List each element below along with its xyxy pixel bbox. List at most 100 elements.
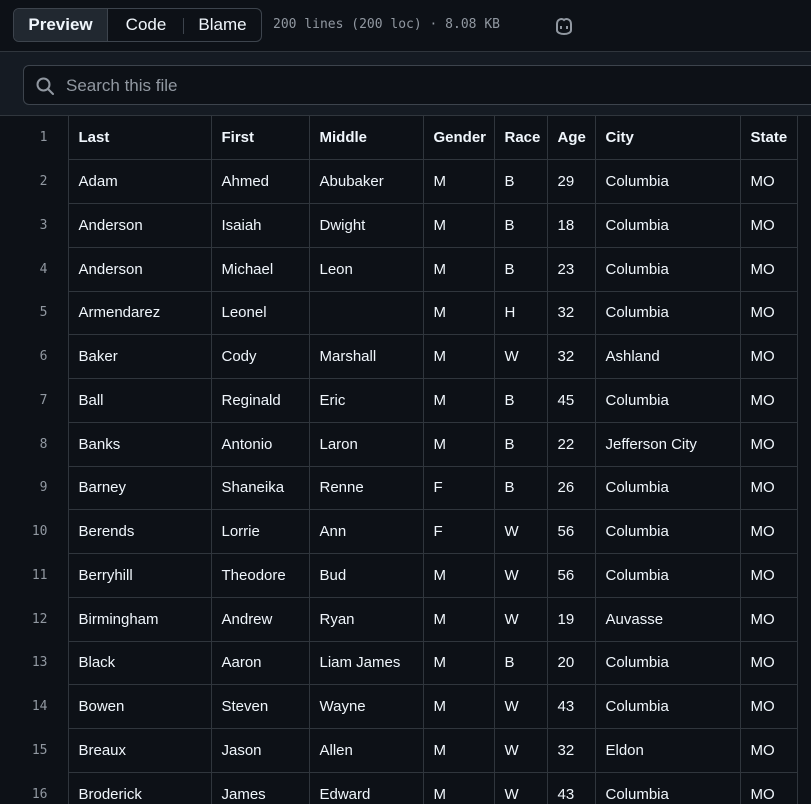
table-cell: W <box>493 553 548 598</box>
table-cell: M <box>422 378 495 423</box>
table-cell: Jason <box>210 728 310 773</box>
search-bar-container <box>0 52 811 116</box>
column-header-race: Race <box>493 116 548 161</box>
table-cell: Columbia <box>594 509 741 554</box>
table-cell: M <box>422 771 495 804</box>
tab-preview[interactable]: Preview <box>14 9 108 41</box>
table-cell: M <box>422 159 495 204</box>
table-cell: Wayne <box>308 684 424 729</box>
table-cell: B <box>493 465 548 511</box>
line-number[interactable]: 15 <box>0 728 69 773</box>
table-cell: MO <box>739 596 798 642</box>
table-cell: M <box>422 421 495 467</box>
table-row: 13 Black Aaron Liam James M B 20 Columbia MO <box>0 640 798 686</box>
table-cell: Columbia <box>594 246 741 292</box>
column-header-age: Age <box>546 116 596 161</box>
table-cell: Antonio <box>210 421 310 467</box>
table-row: 14 Bowen Steven Wayne M W 43 Columbia MO <box>0 684 798 729</box>
table-cell: MO <box>739 421 798 467</box>
line-number[interactable]: 2 <box>0 159 69 204</box>
table-cell: W <box>493 771 548 804</box>
table-row: 15 Breaux Jason Allen M W 32 Eldon MO <box>0 728 798 773</box>
table-cell: Eric <box>308 378 424 423</box>
table-cell: Renne <box>308 465 424 511</box>
table-cell: M <box>422 246 495 292</box>
table-cell: Shaneika <box>210 465 310 511</box>
table-header-row: 1 Last First Middle Gender Race Age City State <box>0 116 798 161</box>
table-row: 11 Berryhill Theodore Bud M W 56 Columbia MO <box>0 553 798 598</box>
table-cell: Eldon <box>594 728 741 773</box>
table-row: 4 Anderson Michael Leon M B 23 Columbia MO <box>0 246 798 292</box>
line-number[interactable]: 8 <box>0 422 69 466</box>
table-cell: Barney <box>67 465 212 511</box>
table-cell: 29 <box>546 159 596 204</box>
column-header-city: City <box>594 116 741 161</box>
table-cell: F <box>422 509 495 554</box>
table-cell: B <box>493 246 548 292</box>
table-row: 10 Berends Lorrie Ann F W 56 Columbia MO <box>0 509 798 554</box>
table-cell: Ahmed <box>210 159 310 204</box>
table-cell: Jefferson City <box>594 421 741 467</box>
table-cell: MO <box>739 290 798 336</box>
line-number[interactable]: 14 <box>0 684 69 729</box>
line-number[interactable]: 6 <box>0 334 69 379</box>
table-cell: Anderson <box>67 203 212 248</box>
table-cell: MO <box>739 640 798 686</box>
table-row: 5 Armendarez Leonel M H 32 Columbia MO <box>0 290 798 336</box>
table-cell: MO <box>739 684 798 729</box>
line-number[interactable]: 5 <box>0 291 69 335</box>
table-row: 8 Banks Antonio Laron M B 22 Jefferson City MO <box>0 421 798 467</box>
table-cell: 45 <box>546 378 596 423</box>
table-cell: Black <box>67 640 212 686</box>
line-number[interactable]: 3 <box>0 203 69 248</box>
table-cell: 32 <box>546 334 596 379</box>
table-cell: 20 <box>546 640 596 686</box>
view-mode-switcher: Preview Code Blame <box>13 8 262 42</box>
table-cell: W <box>493 728 548 773</box>
table-cell: M <box>422 553 495 598</box>
table-cell: Michael <box>210 246 310 292</box>
table-cell: MO <box>739 378 798 423</box>
table-cell: F <box>422 465 495 511</box>
table-cell: MO <box>739 771 798 804</box>
table-cell: Armendarez <box>67 290 212 336</box>
table-row: 12 Birmingham Andrew Ryan M W 19 Auvasse MO <box>0 596 798 642</box>
table-cell: Columbia <box>594 684 741 729</box>
line-number[interactable]: 10 <box>0 509 69 554</box>
column-header-gender: Gender <box>422 116 495 161</box>
table-cell: Liam James <box>308 640 424 686</box>
line-number[interactable]: 12 <box>0 597 69 641</box>
tab-code[interactable]: Code <box>108 9 184 41</box>
table-cell: Dwight <box>308 203 424 248</box>
table-cell: Columbia <box>594 640 741 686</box>
line-number[interactable]: 13 <box>0 641 69 685</box>
table-cell: 32 <box>546 728 596 773</box>
line-number[interactable]: 9 <box>0 466 69 510</box>
table-cell: MO <box>739 203 798 248</box>
table-cell: B <box>493 203 548 248</box>
table-cell: 56 <box>546 553 596 598</box>
line-number[interactable]: 7 <box>0 378 69 423</box>
table-cell: MO <box>739 509 798 554</box>
table-cell: Anderson <box>67 246 212 292</box>
search-input[interactable] <box>64 66 768 106</box>
table-cell: W <box>493 684 548 729</box>
table-cell: Leon <box>308 246 424 292</box>
line-number[interactable]: 4 <box>0 247 69 291</box>
table-cell: James <box>210 771 310 804</box>
line-number[interactable]: 1 <box>0 116 69 160</box>
column-header-state: State <box>739 116 798 161</box>
table-cell: Steven <box>210 684 310 729</box>
file-info: 200 lines (200 loc) · 8.08 KB <box>273 17 500 32</box>
table-cell: 18 <box>546 203 596 248</box>
table-cell: Edward <box>308 771 424 804</box>
line-number[interactable]: 16 <box>0 772 69 804</box>
table-cell: Berends <box>67 509 212 554</box>
table-cell: Columbia <box>594 771 741 804</box>
table-cell: Lorrie <box>210 509 310 554</box>
column-header-first: First <box>210 116 310 161</box>
line-number[interactable]: 11 <box>0 553 69 598</box>
table-cell: 23 <box>546 246 596 292</box>
copilot-icon[interactable] <box>553 15 575 37</box>
tab-blame[interactable]: Blame <box>184 9 261 41</box>
